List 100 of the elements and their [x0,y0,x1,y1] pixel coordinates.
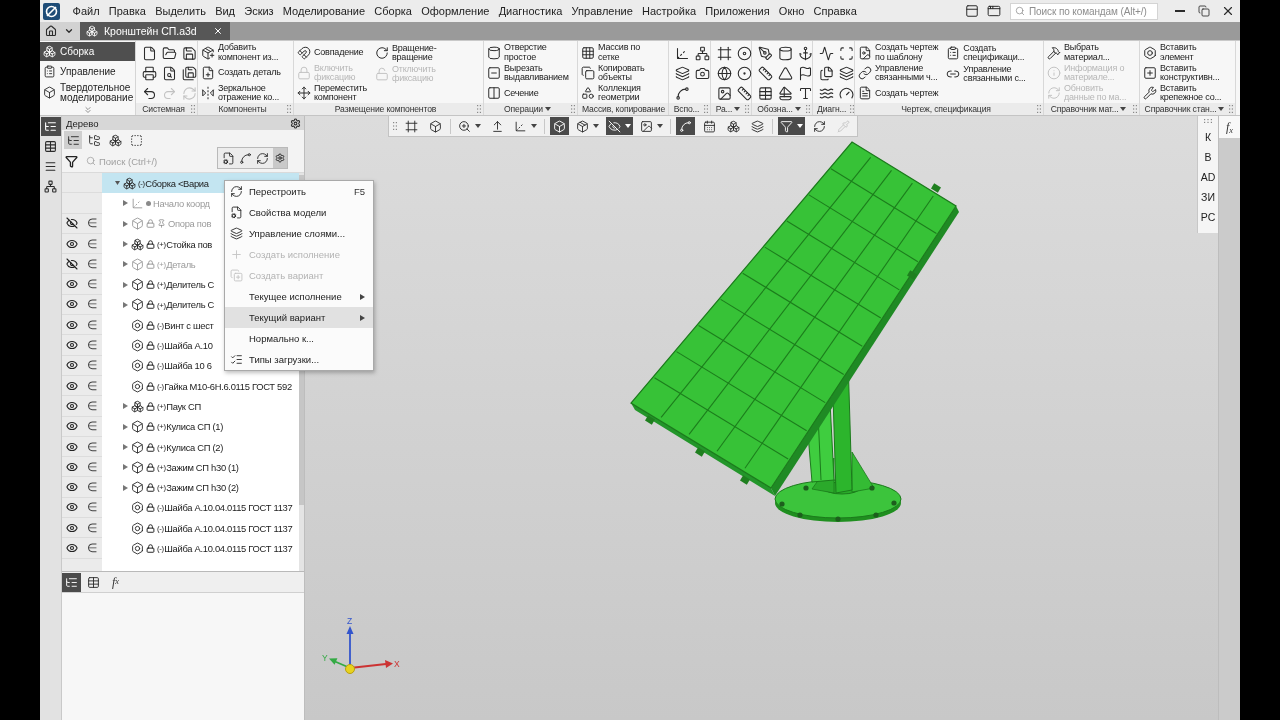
triangle-right-icon[interactable] [122,403,128,410]
eye-icon[interactable] [66,379,78,392]
anchor-icon[interactable] [797,45,813,61]
sailboat-icon[interactable] [777,85,793,101]
triangle-down-icon[interactable] [114,180,120,187]
ribbon-command[interactable]: Переместить компонент [297,83,367,103]
formula-button[interactable]: f$_{x}$ [1219,116,1240,138]
view-toolbar-button[interactable] [550,117,569,135]
eye-icon[interactable] [66,298,78,311]
ribbon-command[interactable]: Вставить крепежное со... [1143,83,1222,103]
membership-symbol[interactable]: ∈ [87,318,97,331]
tree-view-button[interactable] [64,131,82,149]
membership-symbol[interactable]: ∈ [87,278,97,291]
menu-item[interactable]: Сборка [369,5,417,17]
ribbon-command[interactable]: Добавить компонент из... [201,43,281,63]
caret-icon[interactable] [657,124,663,128]
menu-item[interactable]: Текущий вариант [225,307,373,328]
triangle-right-icon[interactable] [122,423,128,430]
command-search-field[interactable]: Поиск по командам (Alt+/) [1010,2,1158,20]
membership-symbol[interactable]: ∈ [87,440,97,453]
membership-symbol[interactable]: ∈ [87,501,97,514]
eye-icon[interactable] [66,359,78,372]
membership-symbol[interactable]: ∈ [87,298,97,311]
eye-icon[interactable] [66,481,78,494]
membership-symbol[interactable]: ∈ [87,339,97,351]
home-button[interactable] [43,23,59,39]
ribbon-command[interactable]: Управление связанными ч... [858,63,939,83]
membership-symbol[interactable]: ∈ [87,542,97,554]
image-icon[interactable] [716,85,732,101]
caret-icon[interactable] [734,107,741,111]
ribbon-command[interactable]: Вставить элемент [1143,43,1222,63]
eye-icon[interactable] [66,399,78,412]
ruler-icon[interactable] [757,65,773,81]
document-tab[interactable]: Кронштейн СП.a3d [80,22,230,40]
grip-icon[interactable] [191,105,195,113]
menu-item[interactable]: Правка [104,5,151,17]
menu-item[interactable]: Приложения [700,5,775,17]
window-layout-icon[interactable] [965,4,979,18]
grip-icon[interactable] [477,105,481,113]
caret-icon[interactable] [797,124,803,128]
ribbon-command[interactable]: Коллекция геометрии [581,83,645,103]
membership-symbol[interactable]: ∈ [87,521,97,534]
layers-icon[interactable] [838,65,854,81]
pulse-line-icon[interactable] [818,45,834,61]
side-toolbar-button[interactable]: РС [1198,207,1218,227]
grip-icon[interactable] [287,105,291,113]
menu-item[interactable]: Файл [68,5,105,17]
axes-icon[interactable] [674,45,690,61]
app-window-icon[interactable] [987,4,1001,18]
files-icon[interactable] [818,65,834,81]
panel-tab[interactable] [62,572,81,592]
disc-icon[interactable] [736,45,752,61]
membership-symbol[interactable]: ∈ [87,399,97,412]
grip-icon[interactable] [1133,105,1137,113]
globe-icon[interactable] [716,65,732,81]
caret-icon[interactable] [1218,107,1225,111]
ribbon-command[interactable]: Вставить конструктивн... [1143,63,1222,83]
menu-item[interactable]: Настройка [637,5,701,17]
grip-icon[interactable] [806,105,810,113]
ribbon-command[interactable]: Зеркальное отражение ко... [201,83,281,103]
ribbon-command[interactable]: Создать чертеж по шаблону [858,43,939,63]
camera-icon[interactable] [694,65,710,81]
view-toolbar-button[interactable] [676,117,695,135]
caret-icon[interactable] [794,107,801,111]
view-toolbar-button[interactable] [574,117,601,135]
ribbon-command[interactable]: Создать спецификаци... [946,43,1026,63]
menu-item[interactable]: Окно [774,5,809,17]
membership-symbol[interactable]: ∈ [87,460,97,473]
triangle-right-icon[interactable] [122,200,128,207]
triangle-right-icon[interactable] [122,444,128,450]
triangle-right-icon[interactable] [122,484,128,491]
gauge-icon[interactable] [838,85,854,101]
ribbon-command[interactable]: Создать деталь [201,63,281,83]
menu-item[interactable]: Управление [567,5,638,17]
side-toolbar-button[interactable]: В [1198,147,1218,167]
mode-item[interactable]: Управление [40,62,135,81]
ruler-icon[interactable] [736,85,752,101]
triangle-right-icon[interactable] [122,241,128,248]
triangle-right-icon[interactable] [122,220,128,227]
membership-symbol[interactable]: ∈ [87,481,97,494]
document-icon[interactable] [141,45,157,61]
view-toolbar-button[interactable] [748,117,767,135]
ribbon-command[interactable]: Создать чертеж [858,83,939,103]
letter-t-icon[interactable] [797,85,813,101]
eye-icon[interactable] [66,420,78,433]
ribbon-command[interactable]: Выбрать материал... [1047,43,1127,63]
membership-symbol[interactable]: ∈ [87,359,97,372]
membership-symbol[interactable]: ∈ [87,379,97,392]
spline-icon[interactable] [674,85,690,101]
flag-icon[interactable] [797,65,813,81]
ribbon-command[interactable]: Управление связанными с... [946,64,1026,84]
circular-arrows-icon[interactable] [256,151,269,165]
side-toolbar-button[interactable]: AD [1198,167,1218,187]
eye-icon[interactable] [66,318,78,331]
ribbon-command[interactable]: Отверстие простое [487,43,569,63]
printer-icon[interactable] [141,65,157,81]
grip-icon[interactable] [1229,105,1233,113]
ribbon-command[interactable]: Копировать объекты [581,63,645,83]
caret-icon[interactable] [625,124,631,128]
eye-icon[interactable] [66,501,78,514]
